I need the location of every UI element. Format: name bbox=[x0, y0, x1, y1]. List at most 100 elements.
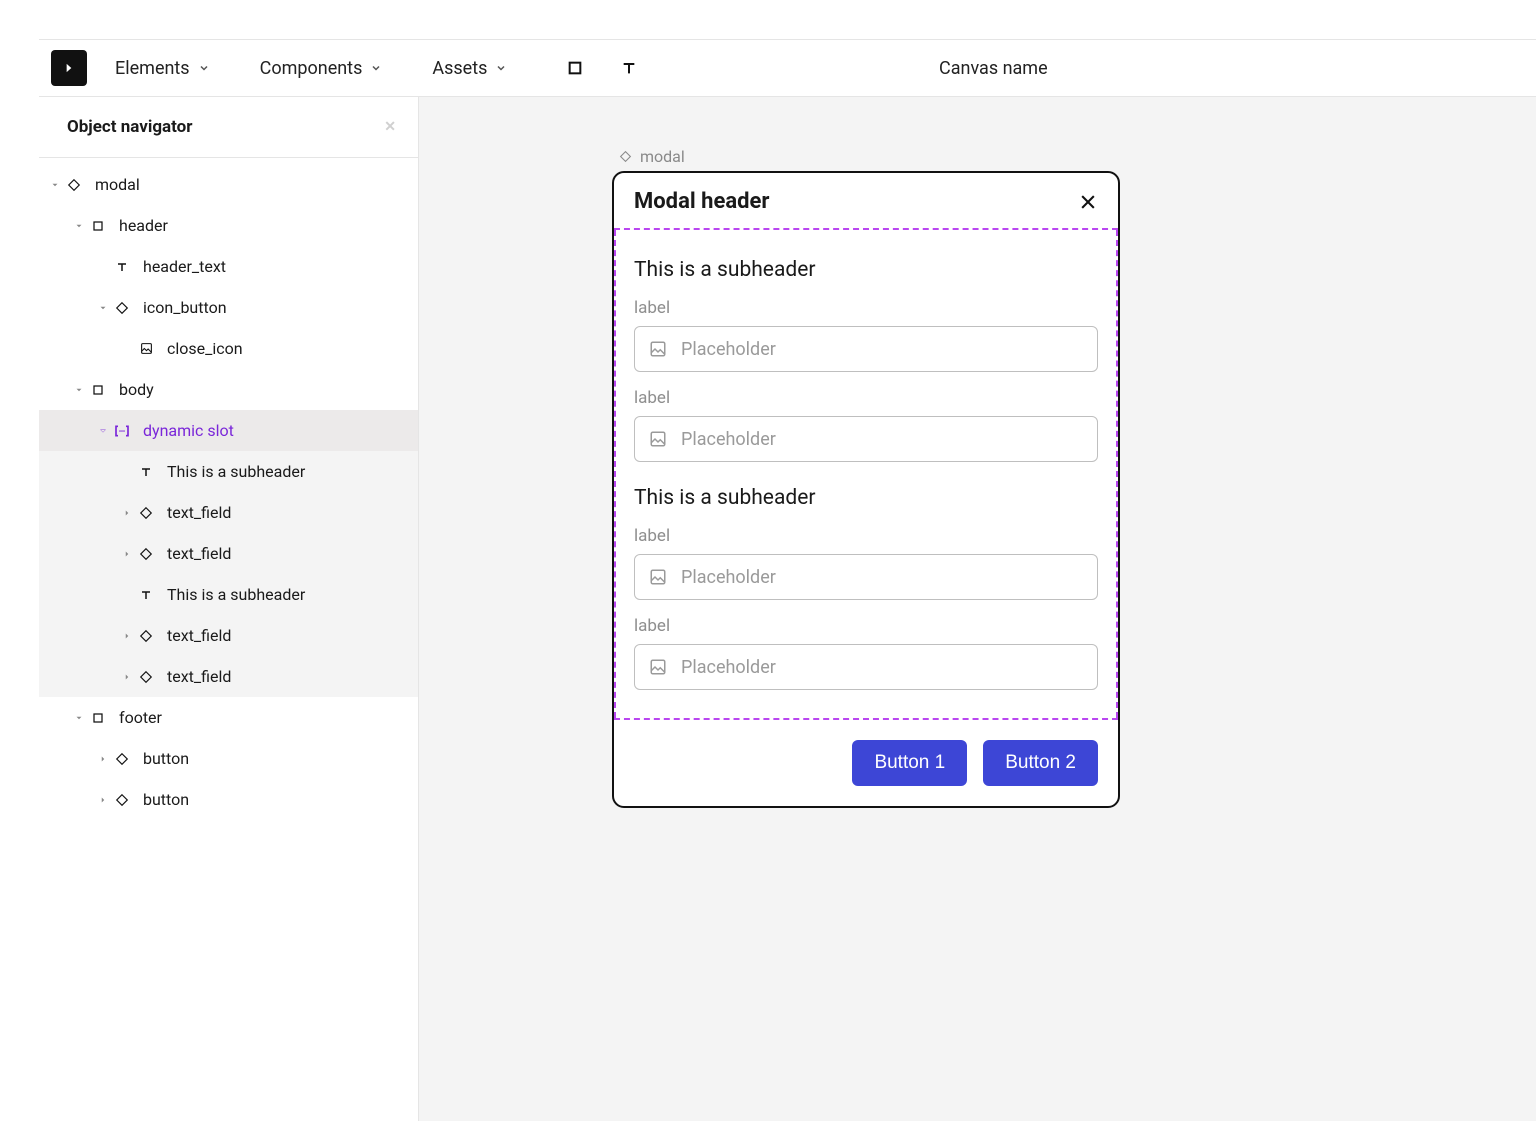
component-icon bbox=[135, 547, 157, 561]
chevron-down-icon bbox=[47, 180, 63, 190]
tree-label: icon_button bbox=[143, 298, 227, 317]
tree-label: text_field bbox=[167, 626, 231, 645]
tree-item-text-field[interactable]: text_field bbox=[39, 656, 418, 697]
image-icon bbox=[135, 342, 157, 355]
modal-footer: Button 1 Button 2 bbox=[614, 720, 1118, 806]
chevron-right-icon bbox=[119, 508, 135, 518]
chevron-right-icon bbox=[119, 672, 135, 682]
text-field: label Placeholder bbox=[614, 376, 1118, 466]
text-input[interactable]: Placeholder bbox=[634, 326, 1098, 372]
component-icon bbox=[63, 178, 85, 192]
tree-label: header bbox=[119, 216, 168, 235]
placeholder-text: Placeholder bbox=[681, 657, 776, 678]
close-icon[interactable] bbox=[1078, 192, 1098, 212]
component-icon bbox=[111, 752, 133, 766]
app-logo[interactable] bbox=[51, 50, 87, 86]
component-icon bbox=[135, 629, 157, 643]
tree-label: header_text bbox=[143, 257, 226, 276]
modal-title: Modal header bbox=[634, 189, 769, 214]
text-field: label Placeholder bbox=[614, 604, 1118, 694]
tree-label: text_field bbox=[167, 503, 231, 522]
component-icon bbox=[111, 793, 133, 807]
tree-label: text_field bbox=[167, 667, 231, 686]
tree-item-header-text[interactable]: header_text bbox=[39, 246, 418, 287]
canvas[interactable]: modal Modal header This is a subheader l… bbox=[419, 97, 1536, 1121]
dynamic-slot-area[interactable]: This is a subheader label Placeholder la… bbox=[614, 228, 1118, 720]
tree-item-dynamic-slot[interactable]: dynamic slot bbox=[39, 410, 418, 451]
menu-assets[interactable]: Assets bbox=[432, 58, 507, 79]
image-icon bbox=[649, 568, 667, 586]
tree-label: close_icon bbox=[167, 339, 243, 358]
panel-header: Object navigator ✕ bbox=[39, 97, 418, 158]
field-label: label bbox=[634, 616, 1098, 636]
menu-components[interactable]: Components bbox=[260, 58, 383, 79]
panel-title: Object navigator bbox=[67, 117, 193, 137]
tree-item-text-field[interactable]: text_field bbox=[39, 492, 418, 533]
tree-item-close-icon[interactable]: close_icon bbox=[39, 328, 418, 369]
text-input[interactable]: Placeholder bbox=[634, 554, 1098, 600]
chevron-down-icon bbox=[71, 713, 87, 723]
tree-label: button bbox=[143, 749, 189, 768]
tree-label: body bbox=[119, 380, 154, 399]
text-field: label Placeholder bbox=[614, 514, 1118, 604]
frame-icon bbox=[87, 712, 109, 724]
button-2[interactable]: Button 2 bbox=[983, 740, 1098, 786]
chevron-down-icon bbox=[198, 62, 210, 74]
placeholder-text: Placeholder bbox=[681, 339, 776, 360]
modal-header: Modal header bbox=[614, 173, 1118, 228]
tree-item-text-field[interactable]: text_field bbox=[39, 533, 418, 574]
tree-item-text-field[interactable]: text_field bbox=[39, 615, 418, 656]
button-1[interactable]: Button 1 bbox=[852, 740, 967, 786]
text-tool-icon[interactable] bbox=[619, 58, 639, 78]
menu-elements[interactable]: Elements bbox=[115, 58, 210, 79]
tree-item-subheader[interactable]: This is a subheader bbox=[39, 451, 418, 492]
tag-label: modal bbox=[640, 147, 685, 166]
tree-item-button[interactable]: button bbox=[39, 779, 418, 820]
chevron-down-icon bbox=[71, 385, 87, 395]
chevron-right-icon bbox=[119, 549, 135, 559]
chevron-down-icon bbox=[71, 221, 87, 231]
canvas-element-tag[interactable]: modal bbox=[619, 147, 685, 166]
tree-label: text_field bbox=[167, 544, 231, 563]
canvas-name[interactable]: Canvas name bbox=[939, 58, 1048, 79]
subheader-text: This is a subheader bbox=[614, 466, 1118, 514]
object-navigator-panel: Object navigator ✕ modal header header_t… bbox=[39, 97, 419, 1121]
chevron-right-icon bbox=[95, 754, 111, 764]
field-label: label bbox=[634, 298, 1098, 318]
modal-preview[interactable]: Modal header This is a subheader label P… bbox=[612, 171, 1120, 808]
frame-icon bbox=[87, 384, 109, 396]
top-bar: Elements Components Assets Canvas name bbox=[39, 39, 1536, 97]
field-label: label bbox=[634, 388, 1098, 408]
tree-item-body[interactable]: body bbox=[39, 369, 418, 410]
menu-label: Assets bbox=[432, 58, 487, 79]
tree-label: modal bbox=[95, 175, 140, 194]
menu-label: Elements bbox=[115, 58, 190, 79]
tree: modal header header_text icon_button clo… bbox=[39, 158, 418, 820]
component-icon bbox=[135, 506, 157, 520]
text-input[interactable]: Placeholder bbox=[634, 416, 1098, 462]
tree-label: This is a subheader bbox=[167, 585, 305, 604]
tree-item-icon-button[interactable]: icon_button bbox=[39, 287, 418, 328]
tree-label: This is a subheader bbox=[167, 462, 305, 481]
component-icon bbox=[135, 670, 157, 684]
tree-item-header[interactable]: header bbox=[39, 205, 418, 246]
tree-item-modal[interactable]: modal bbox=[39, 164, 418, 205]
tree-item-subheader[interactable]: This is a subheader bbox=[39, 574, 418, 615]
subheader-text: This is a subheader bbox=[614, 246, 1118, 286]
chevron-down-icon bbox=[370, 62, 382, 74]
chevron-right-icon bbox=[119, 631, 135, 641]
slot-icon bbox=[111, 424, 133, 438]
tree-label: dynamic slot bbox=[143, 421, 234, 440]
chevron-down-icon bbox=[95, 426, 111, 436]
component-icon bbox=[619, 150, 632, 163]
collapse-panel-icon[interactable]: ✕ bbox=[384, 119, 396, 135]
placeholder-text: Placeholder bbox=[681, 429, 776, 450]
image-icon bbox=[649, 658, 667, 676]
text-icon bbox=[135, 466, 157, 478]
text-input[interactable]: Placeholder bbox=[634, 644, 1098, 690]
tree-item-footer[interactable]: footer bbox=[39, 697, 418, 738]
tree-label: button bbox=[143, 790, 189, 809]
frame-tool-icon[interactable] bbox=[565, 58, 585, 78]
tree-item-button[interactable]: button bbox=[39, 738, 418, 779]
chevron-right-icon bbox=[95, 795, 111, 805]
